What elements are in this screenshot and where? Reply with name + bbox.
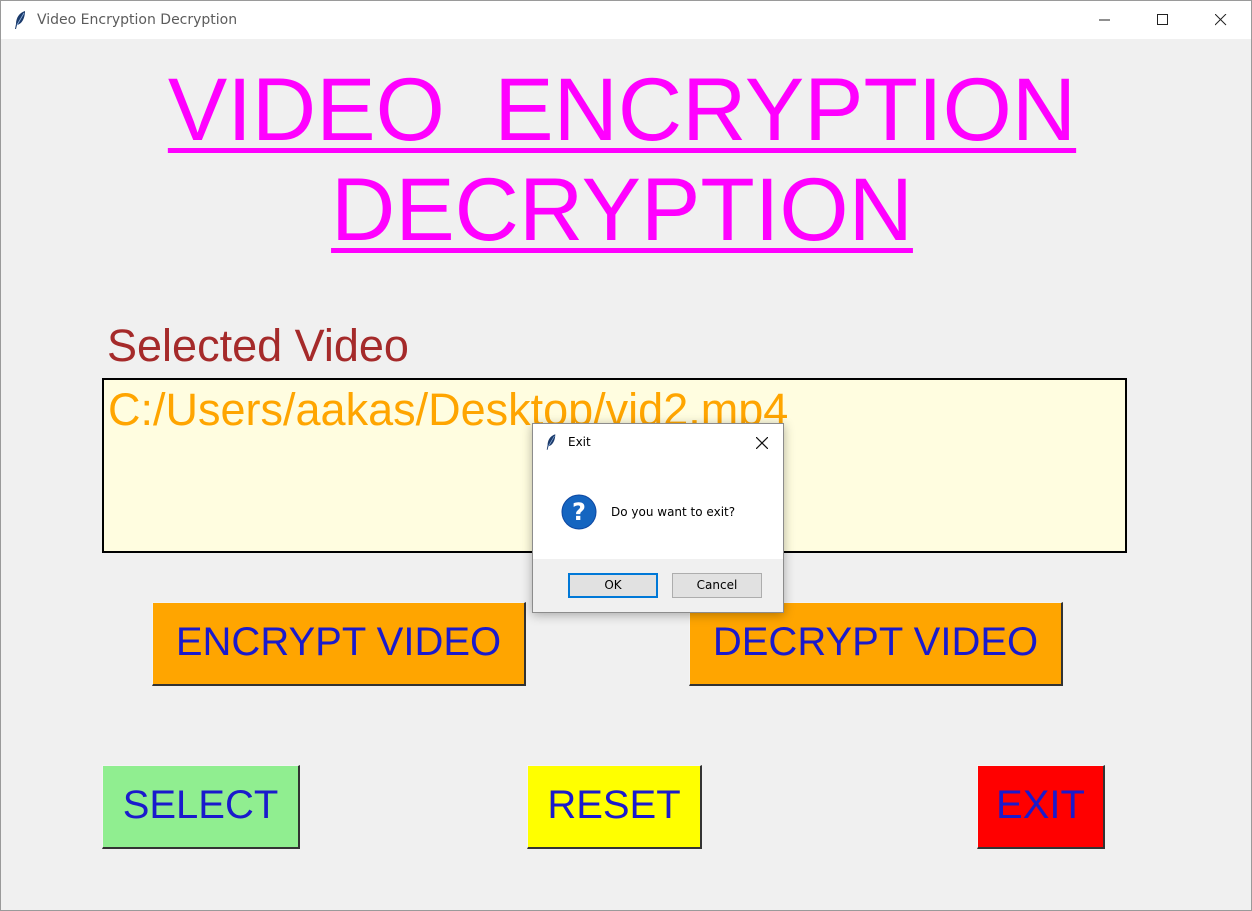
feather-icon bbox=[15, 11, 25, 29]
encrypt-video-button[interactable]: ENCRYPT VIDEO bbox=[152, 602, 526, 686]
question-icon: ? bbox=[561, 494, 597, 530]
dialog-footer: OK Cancel bbox=[533, 559, 783, 612]
title-line-2: DECRYPTION bbox=[331, 159, 913, 259]
reset-button[interactable]: RESET bbox=[527, 765, 702, 849]
dialog-message: Do you want to exit? bbox=[611, 505, 736, 519]
title-bar[interactable]: Video Encryption Decryption bbox=[1, 1, 1251, 39]
title-line-1: VIDEO ENCRYPTION bbox=[167, 59, 1077, 159]
exit-button[interactable]: EXIT bbox=[977, 765, 1105, 849]
selected-video-label: Selected Video bbox=[107, 320, 409, 371]
close-icon bbox=[1215, 14, 1227, 26]
dialog-title: Exit bbox=[568, 435, 591, 449]
close-icon bbox=[756, 437, 768, 449]
maximize-button[interactable] bbox=[1134, 1, 1192, 39]
select-button[interactable]: SELECT bbox=[102, 765, 300, 849]
minimize-button[interactable] bbox=[1076, 1, 1134, 39]
exit-dialog: Exit ? Do you want to exit? OK Cancel bbox=[532, 423, 784, 613]
page-title: VIDEO ENCRYPTION DECRYPTION bbox=[1, 59, 1243, 259]
cancel-button[interactable]: Cancel bbox=[672, 573, 762, 598]
minimize-icon bbox=[1099, 19, 1110, 21]
svg-text:?: ? bbox=[572, 498, 586, 526]
feather-icon bbox=[546, 434, 556, 450]
dialog-close-button[interactable] bbox=[751, 432, 773, 454]
decrypt-video-button[interactable]: DECRYPT VIDEO bbox=[689, 602, 1063, 686]
maximize-icon bbox=[1157, 14, 1168, 25]
ok-button[interactable]: OK bbox=[568, 573, 658, 598]
window-title: Video Encryption Decryption bbox=[37, 12, 238, 28]
close-button[interactable] bbox=[1192, 1, 1250, 39]
